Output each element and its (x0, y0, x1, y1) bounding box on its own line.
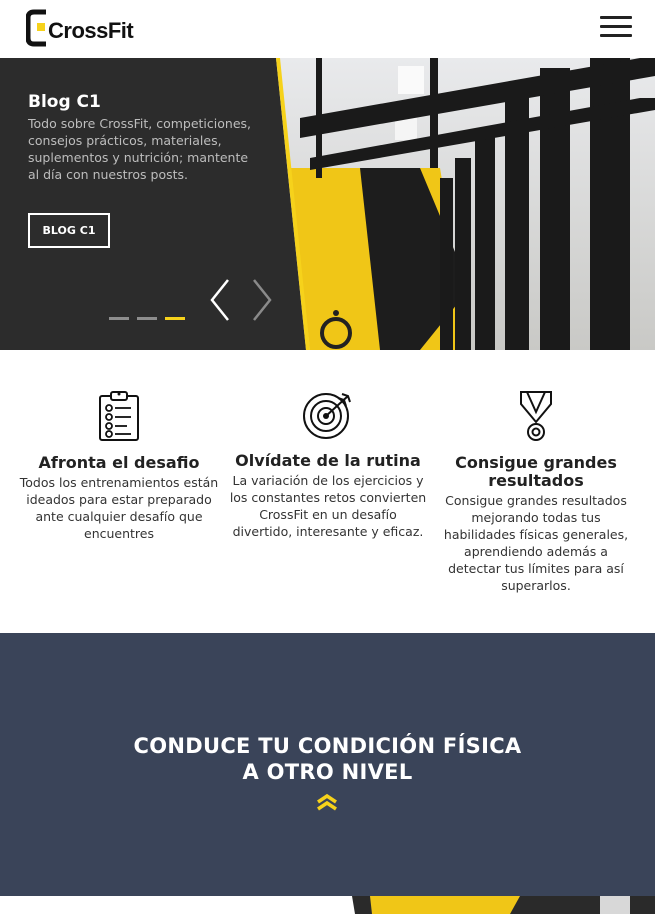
feature-title: Consigue grandes resultados (455, 453, 617, 490)
feature-card: Afronta el desafio Todos los entrenamien… (19, 390, 219, 542)
banner-title-line-1: CONDUCE TU CONDICIÓN FÍSICA (133, 734, 522, 758)
prev-slide-arrow-icon[interactable] (208, 278, 232, 322)
banner-title: CONDUCE TU CONDICIÓN FÍSICA A OTRO NIVEL (0, 733, 655, 785)
feature-title: Afronta el desafio (38, 453, 200, 472)
feature-card: Olvídate de la rutina La variación de lo… (228, 390, 428, 540)
site-header: CrossFit (0, 0, 655, 58)
target-arrows-icon (303, 393, 351, 439)
logo-text: CrossFit (48, 18, 134, 43)
banner-title-line-2: A OTRO NIVEL (242, 760, 413, 784)
feature-text: Todos los entrenamientos están ideados p… (19, 475, 219, 541)
features-section: Afronta el desafio Todos los entrenamien… (0, 350, 655, 633)
feature-text: Consigue grandes resultados mejorando to… (443, 493, 629, 593)
feature-text: La variación de los ejercicios y los con… (229, 473, 427, 539)
double-chevron-up-icon[interactable] (316, 793, 338, 811)
feature-card: Consigue grandes resultados Consigue gra… (436, 390, 636, 594)
cta-banner: CONDUCE TU CONDICIÓN FÍSICA A OTRO NIVEL (0, 633, 655, 896)
hamburger-menu-button[interactable] (600, 16, 632, 40)
slider-dot-1[interactable] (109, 317, 129, 320)
hero-title: Blog C1 (28, 92, 101, 112)
slider-dot-3[interactable] (165, 317, 185, 320)
logo-c-icon (26, 9, 46, 47)
feature-title: Olvídate de la rutina (235, 451, 421, 470)
next-section-peek (0, 896, 655, 914)
hero-description: Todo sobre CrossFit, competiciones, cons… (28, 116, 251, 182)
slider-dot-2[interactable] (137, 317, 157, 320)
crossfit-logo[interactable]: CrossFit (26, 8, 134, 50)
hero-slider: Blog C1 Todo sobre CrossFit, competicion… (0, 58, 655, 350)
medal-icon (520, 391, 552, 441)
blog-button[interactable]: BLOG C1 (28, 213, 110, 248)
next-slide-arrow-icon[interactable] (250, 278, 274, 322)
next-section-photo (0, 896, 655, 914)
slider-dots (109, 317, 185, 320)
clipboard-checklist-icon (99, 391, 139, 441)
